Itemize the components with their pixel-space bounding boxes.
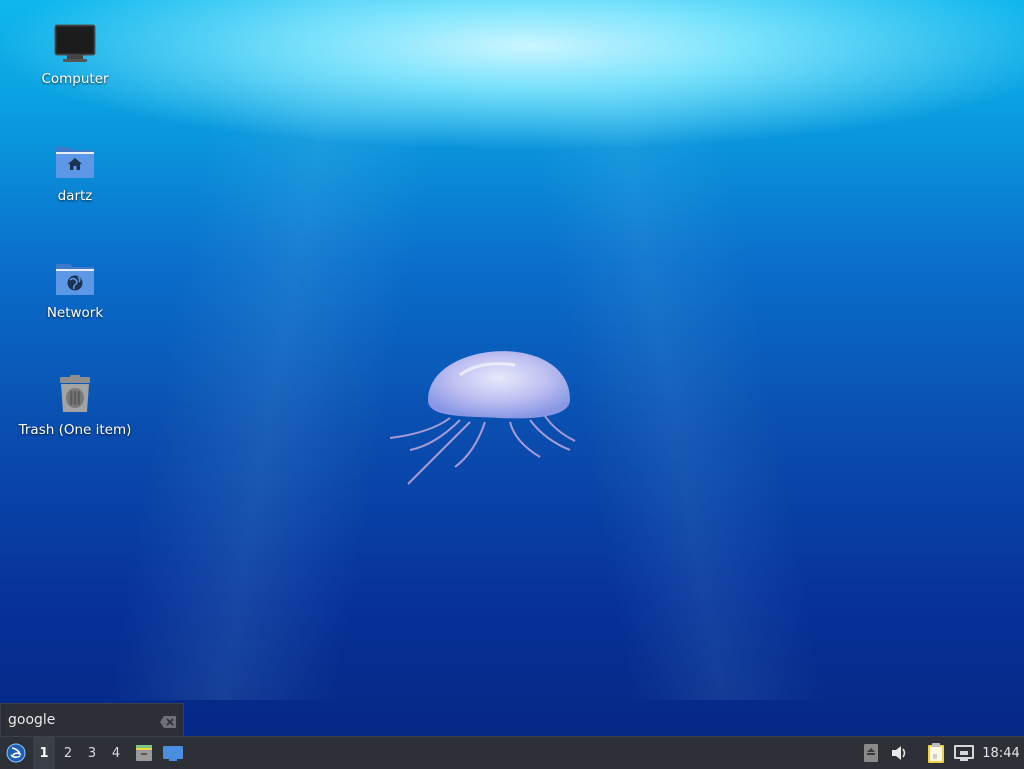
clock[interactable]: 18:44 bbox=[980, 737, 1022, 769]
network-wired-icon[interactable] bbox=[952, 737, 976, 769]
workspace-2[interactable]: 2 bbox=[57, 737, 79, 769]
desktop-icon-trash[interactable]: Trash (One item) bbox=[10, 373, 140, 439]
wallpaper-jellyfish bbox=[370, 330, 600, 520]
search-input[interactable] bbox=[6, 709, 160, 731]
desktop-icon-label: Computer bbox=[41, 71, 109, 87]
volume-icon[interactable] bbox=[888, 737, 910, 769]
desktop-icon-label: dartz bbox=[57, 188, 93, 204]
clear-text-icon[interactable] bbox=[159, 714, 177, 728]
desktop-icon-network[interactable]: Network bbox=[10, 256, 140, 322]
desktop-icon-label: Trash (One item) bbox=[18, 422, 132, 438]
trash-icon bbox=[53, 373, 97, 417]
show-desktop-icon[interactable] bbox=[161, 737, 185, 769]
network-folder-icon bbox=[53, 256, 97, 300]
home-folder-icon bbox=[53, 139, 97, 183]
desktop-icon-label: Network bbox=[46, 305, 104, 321]
workspace-1[interactable]: 1 bbox=[33, 737, 55, 769]
file-manager-icon[interactable] bbox=[132, 737, 156, 769]
desktop-icon-home[interactable]: dartz bbox=[10, 139, 140, 205]
workspace-4[interactable]: 4 bbox=[105, 737, 127, 769]
search-bar bbox=[0, 703, 184, 738]
removable-media-icon[interactable] bbox=[860, 737, 882, 769]
taskbar: 1 2 3 4 18:44 bbox=[0, 736, 1024, 769]
lubuntu-menu-icon[interactable] bbox=[4, 737, 28, 769]
computer-icon bbox=[53, 22, 97, 66]
desktop-icon-computer[interactable]: Computer bbox=[10, 22, 140, 88]
clipboard-icon[interactable] bbox=[925, 737, 947, 769]
wallpaper-light-rays bbox=[0, 0, 1024, 700]
workspace-3[interactable]: 3 bbox=[81, 737, 103, 769]
